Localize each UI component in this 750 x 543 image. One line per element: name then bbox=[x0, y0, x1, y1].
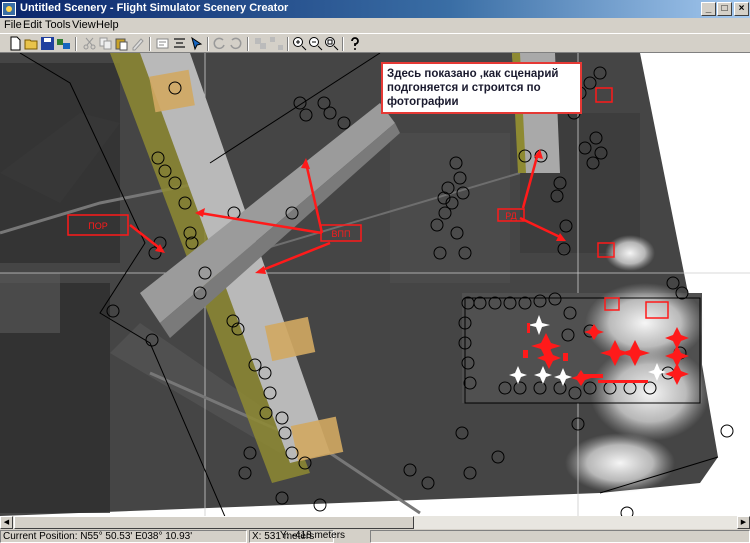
status-empty-pane bbox=[370, 530, 750, 543]
compile-icon[interactable] bbox=[56, 36, 71, 51]
status-position: Current Position: N55° 50.53' E038° 10.9… bbox=[0, 530, 247, 543]
title-bar: Untitled Scenery - Flight Simulator Scen… bbox=[0, 0, 750, 18]
map-canvas[interactable]: ПОР ВПП РД Здесь показано ,как сценарий … bbox=[0, 53, 750, 516]
menu-help[interactable]: Help bbox=[96, 19, 119, 31]
new-icon[interactable] bbox=[8, 36, 23, 51]
horizontal-scrollbar[interactable]: ◀ ▶ bbox=[0, 516, 750, 529]
map-label-1: ПОР bbox=[88, 221, 107, 231]
toolbar bbox=[0, 33, 750, 53]
toolbar-separator bbox=[75, 37, 77, 51]
menu-view[interactable]: View bbox=[72, 19, 96, 31]
ungroup-icon[interactable] bbox=[269, 36, 284, 51]
toolbar-separator bbox=[149, 37, 151, 51]
select-icon[interactable] bbox=[189, 36, 204, 51]
toolbar-separator bbox=[287, 37, 289, 51]
maximize-button[interactable]: □ bbox=[717, 2, 732, 16]
help-icon[interactable] bbox=[347, 36, 362, 51]
zoom-fit-icon[interactable] bbox=[324, 36, 339, 51]
zoom-out-icon[interactable] bbox=[308, 36, 323, 51]
aerial-photo[interactable]: ПОР ВПП РД bbox=[0, 53, 750, 516]
app-icon[interactable] bbox=[2, 2, 16, 16]
menu-edit[interactable]: Edit bbox=[23, 19, 42, 31]
menu-tools[interactable]: Tools bbox=[45, 19, 71, 31]
toolbar-separator bbox=[342, 37, 344, 51]
copy-icon[interactable] bbox=[98, 36, 113, 51]
annotation-text: Здесь показано ,как сценарий подгоняется… bbox=[387, 68, 559, 108]
open-icon[interactable] bbox=[24, 36, 39, 51]
status-bar: Current Position: N55° 50.53' E038° 10.9… bbox=[0, 529, 750, 543]
save-icon[interactable] bbox=[40, 36, 55, 51]
zoom-in-icon[interactable] bbox=[292, 36, 307, 51]
toolbar-separator bbox=[247, 37, 249, 51]
scroll-right-icon[interactable]: ▶ bbox=[737, 516, 750, 529]
group-icon[interactable] bbox=[253, 36, 268, 51]
menu-file[interactable]: File bbox=[4, 19, 22, 31]
menu-bar: File Edit Tools View Help bbox=[0, 18, 750, 33]
align-icon[interactable] bbox=[172, 36, 187, 51]
annotation-callout: Здесь показано ,как сценарий подгоняется… bbox=[381, 62, 582, 114]
properties-icon[interactable] bbox=[155, 36, 170, 51]
scroll-left-icon[interactable]: ◀ bbox=[0, 516, 13, 529]
status-y: Y: -418 meters bbox=[280, 530, 346, 541]
toolbar-separator bbox=[207, 37, 209, 51]
rotate-left-icon[interactable] bbox=[212, 36, 227, 51]
map-label-3: РД bbox=[505, 211, 517, 221]
rotate-right-icon[interactable] bbox=[228, 36, 243, 51]
delete-icon[interactable] bbox=[130, 36, 145, 51]
window-title: Untitled Scenery - Flight Simulator Scen… bbox=[20, 2, 289, 14]
close-button[interactable]: × bbox=[734, 2, 749, 16]
paste-icon[interactable] bbox=[114, 36, 129, 51]
minimize-button[interactable]: _ bbox=[701, 2, 716, 16]
cut-icon[interactable] bbox=[82, 36, 97, 51]
scroll-thumb[interactable] bbox=[14, 516, 414, 529]
map-label-2: ВПП bbox=[332, 229, 351, 239]
